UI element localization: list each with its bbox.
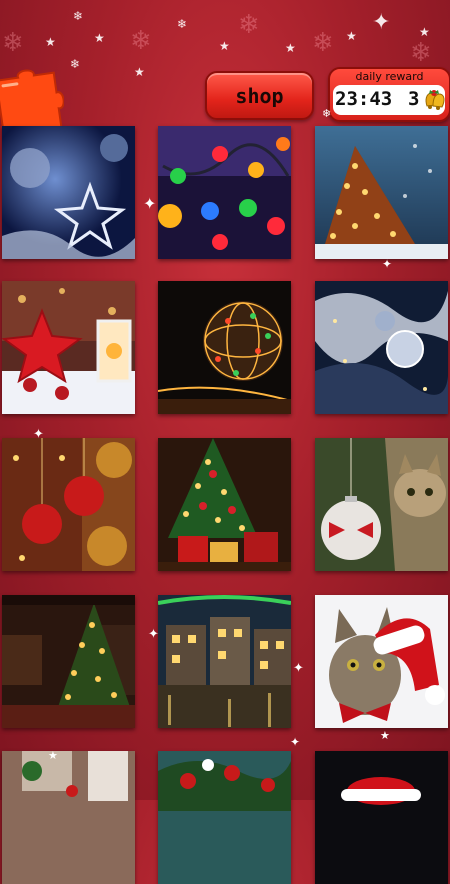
snowflake-icon: ❄ [70, 57, 81, 71]
snowflake-icon: ❄ [2, 28, 24, 58]
puzzle-tile-snowy-branch-ornament[interactable] [315, 281, 448, 414]
lit-tree-thumbnail [315, 126, 448, 259]
red-gold-baubles-thumbnail [2, 438, 135, 571]
daily-reward-button[interactable]: daily reward 23:43 3 [328, 67, 450, 122]
puzzle-tile-colored-lights[interactable] [158, 126, 291, 259]
snowflake-icon: ❄ [73, 9, 84, 23]
puzzle-grid [0, 124, 450, 884]
snowy-branch-thumbnail [315, 281, 448, 414]
sparkle-icon: ✦ [143, 194, 157, 213]
santa-hat-thumbnail [315, 751, 448, 884]
christmas-bells-icon [425, 90, 445, 110]
star-icon: ★ [285, 41, 296, 55]
tree-in-room-thumbnail [2, 595, 135, 728]
puzzle-tile-partial-2[interactable] [158, 751, 291, 884]
tree-with-gifts-thumbnail [158, 438, 291, 571]
wreath-thumbnail [158, 751, 291, 884]
shop-button-label: shop [235, 83, 284, 108]
snowflake-icon: ❄ [177, 17, 188, 31]
puzzle-tile-cat-santa-hat[interactable] [315, 595, 448, 728]
shop-button[interactable]: shop [205, 71, 314, 120]
sparkle-icon: ✦ [372, 10, 391, 35]
star-icon: ★ [94, 31, 105, 45]
red-star-lantern-thumbnail [2, 281, 135, 414]
puzzle-tile-tree-in-room[interactable] [2, 595, 135, 728]
puzzle-tile-partial-3[interactable] [315, 751, 448, 884]
star-icon: ★ [219, 39, 230, 53]
daily-reward-title: daily reward [355, 70, 424, 83]
daily-reward-timer: 23:43 [335, 88, 393, 110]
snowflake-icon: ❄ [312, 28, 334, 58]
sparkle-icon: ✦ [382, 257, 393, 271]
colored-lights-thumbnail [158, 126, 291, 259]
blue-star-ornament-thumbnail [2, 126, 135, 259]
daily-reward-panel: 23:43 3 [333, 85, 445, 115]
daily-reward-count: 3 [408, 88, 420, 110]
room-thumbnail [2, 751, 135, 884]
sparkle-icon: ★ [48, 749, 58, 762]
sparkle-icon: ✦ [293, 661, 304, 676]
puzzle-tile-red-gold-baubles[interactable] [2, 438, 135, 571]
puzzle-tile-lit-tree-blue-sky[interactable] [315, 126, 448, 259]
sparkle-icon: ★ [380, 729, 390, 742]
snowflake-icon: ❄ [238, 10, 260, 40]
snowflake-icon: ❄ [322, 107, 332, 120]
puzzle-tile-red-star-lantern[interactable] [2, 281, 135, 414]
sparkle-icon: ✦ [148, 627, 159, 642]
puzzle-tile-christmas-town[interactable] [158, 595, 291, 728]
sparkle-icon: ✦ [290, 735, 301, 749]
star-icon: ★ [134, 65, 145, 79]
sparkle-icon: ✦ [33, 427, 44, 442]
puzzle-tile-light-ball[interactable] [158, 281, 291, 414]
kitten-ornament-thumbnail [315, 438, 448, 571]
star-icon: ★ [45, 35, 56, 49]
star-icon: ★ [346, 29, 357, 43]
puzzle-tile-tree-with-gifts[interactable] [158, 438, 291, 571]
puzzle-tile-partial-1[interactable] [2, 751, 135, 884]
star-icon: ★ [419, 25, 430, 39]
snowflake-icon: ❄ [410, 38, 432, 68]
light-ball-thumbnail [158, 281, 291, 414]
snowflake-icon: ❄ [130, 26, 152, 56]
puzzle-tile-kitten-ornament[interactable] [315, 438, 448, 571]
cat-santa-hat-thumbnail [315, 595, 448, 728]
christmas-town-thumbnail [158, 595, 291, 728]
puzzle-tile-blue-star-ornament[interactable] [2, 126, 135, 259]
